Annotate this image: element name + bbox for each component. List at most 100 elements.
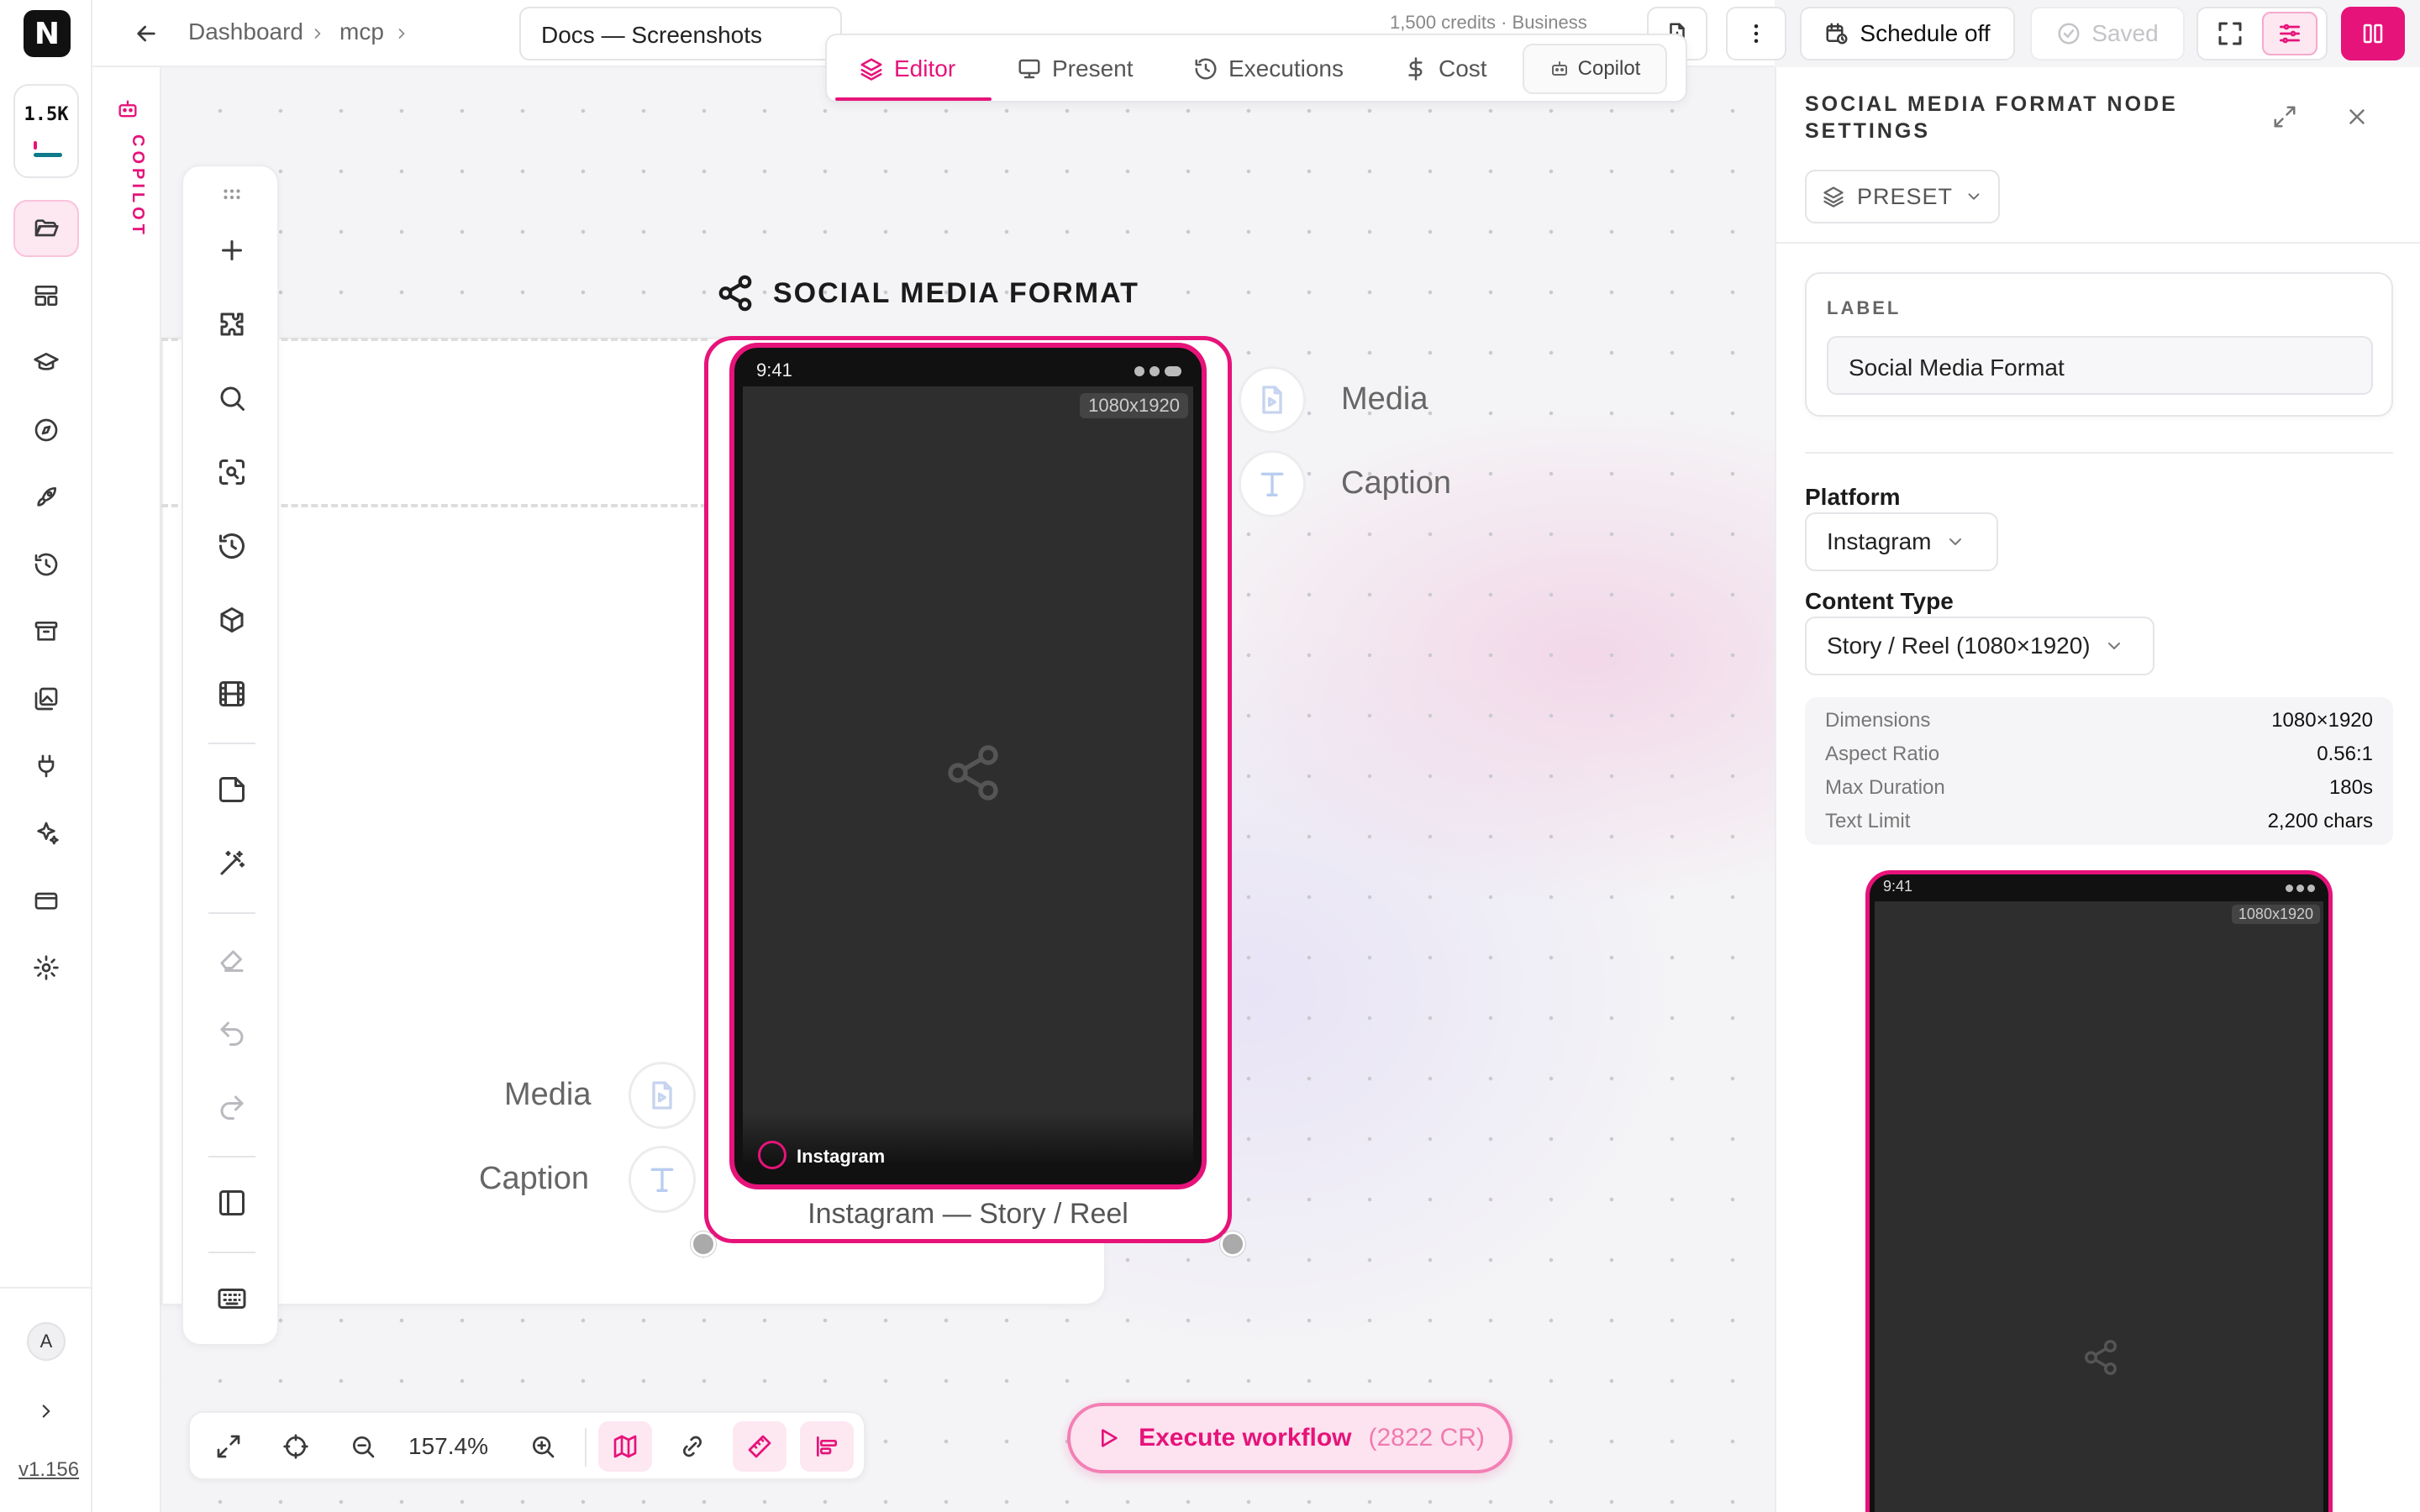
sidebar-item-settings[interactable]	[13, 939, 79, 996]
sticky-note-button[interactable]	[208, 766, 255, 813]
history-button[interactable]	[208, 522, 255, 570]
output-label-media: Media	[1341, 381, 1428, 417]
content-type-select[interactable]: Story / Reel (1080×1920)	[1805, 617, 2154, 675]
saved-label: Saved	[2091, 20, 2159, 46]
platform-select[interactable]: Instagram	[1805, 512, 1998, 571]
copilot-vertical-label[interactable]: COPILOT	[128, 134, 147, 239]
settings-panel-toggle[interactable]	[2262, 12, 2317, 55]
fullscreen-button[interactable]	[2215, 18, 2245, 49]
resize-handle-left[interactable]	[691, 1231, 716, 1257]
sparkles-icon	[37, 822, 59, 845]
tool-divider	[208, 1156, 255, 1158]
zoom-divider	[585, 1428, 587, 1467]
align-toggle[interactable]	[800, 1421, 854, 1472]
label-card: LABEL Social Media Format	[1805, 272, 2393, 417]
gear-icon	[34, 955, 59, 980]
minimap-toggle[interactable]	[598, 1421, 652, 1472]
tab-executions[interactable]: Executions	[1193, 50, 1344, 87]
preset-dropdown[interactable]: PRESET	[1805, 170, 2000, 223]
ruler-toggle[interactable]	[733, 1421, 786, 1472]
scan-search-icon	[219, 459, 245, 485]
panel-divider	[1776, 242, 2420, 244]
chevron-right-icon	[314, 29, 321, 39]
sidebar-item-learn[interactable]	[13, 334, 79, 391]
search-button[interactable]	[208, 375, 255, 422]
fit-view-button[interactable]	[202, 1421, 255, 1472]
rail-divider	[0, 1287, 92, 1289]
more-options-button[interactable]	[1726, 7, 1786, 60]
scan-search-button[interactable]	[208, 449, 255, 496]
stat-value: 1080×1920	[2271, 709, 2373, 732]
tab-cost[interactable]: Cost	[1403, 50, 1487, 87]
output-port-caption[interactable]	[1239, 450, 1306, 517]
expand-icon[interactable]	[2272, 104, 2297, 129]
breadcrumb-mcp[interactable]: mcp	[339, 18, 384, 45]
redo-button[interactable]	[208, 1084, 255, 1131]
back-arrow-icon[interactable]	[133, 20, 160, 47]
sidebar-item-history[interactable]	[13, 536, 79, 593]
center-view-button[interactable]	[269, 1421, 323, 1472]
history-icon	[219, 533, 245, 559]
tab-editor[interactable]: Editor	[859, 50, 955, 87]
document-title[interactable]: Docs — Screenshots	[519, 7, 842, 60]
sidebar-item-integrations[interactable]	[13, 738, 79, 795]
schedule-button[interactable]: Schedule off	[1800, 7, 2015, 60]
compass-icon	[34, 418, 58, 442]
sidebar-item-templates[interactable]	[13, 267, 79, 324]
folder-open-icon	[34, 219, 59, 237]
magic-wand-button[interactable]	[208, 840, 255, 887]
sidebar-item-media[interactable]	[13, 670, 79, 727]
columns-icon	[2363, 24, 2383, 44]
expand-rail-button[interactable]	[13, 1383, 79, 1440]
node-title[interactable]: SOCIAL MEDIA FORMAT	[716, 274, 1139, 312]
app-logo[interactable]: N	[24, 10, 71, 57]
graduation-cap-icon	[34, 353, 59, 370]
credits-badge[interactable]: 1.5K	[13, 84, 79, 178]
output-label-caption: Caption	[1341, 465, 1451, 501]
search-icon	[220, 386, 245, 411]
output-port-media[interactable]	[1239, 366, 1306, 433]
label-input[interactable]: Social Media Format	[1827, 336, 2373, 395]
components-button[interactable]	[208, 596, 255, 643]
profile-ring-icon	[758, 1141, 786, 1169]
breadcrumb-dashboard[interactable]: Dashboard	[188, 18, 303, 45]
phone-status-dots	[1134, 366, 1181, 376]
play-icon	[1102, 1429, 1118, 1447]
zoom-level[interactable]: 157.4%	[408, 1433, 488, 1460]
zoom-toolbar: 157.4%	[188, 1411, 865, 1480]
sidebar-item-archive[interactable]	[13, 603, 79, 660]
close-icon[interactable]	[2344, 104, 2370, 129]
copilot-strip[interactable]	[92, 0, 161, 1512]
sidebar-item-files[interactable]	[13, 200, 79, 257]
media-button[interactable]	[208, 670, 255, 717]
copilot-button[interactable]: Copilot	[1523, 44, 1667, 94]
eraser-button[interactable]	[208, 936, 255, 983]
magnet-link-icon	[683, 1436, 702, 1457]
avatar[interactable]: A	[27, 1322, 66, 1361]
zoom-out-button[interactable]	[336, 1421, 390, 1472]
resize-handle-right[interactable]	[1220, 1231, 1245, 1257]
drag-handle[interactable]	[208, 171, 255, 218]
toggle-panel-button[interactable]	[208, 1179, 255, 1226]
format-preview: 9:41 1080x1920	[1865, 870, 2333, 1512]
stat-row: Dimensions 1080×1920	[1825, 709, 2373, 743]
sidebar-item-billing[interactable]	[13, 872, 79, 929]
layout-columns-button[interactable]	[2341, 7, 2405, 60]
keyboard-shortcuts-button[interactable]	[208, 1275, 255, 1322]
rocket-icon	[37, 487, 56, 507]
add-node-button[interactable]	[208, 227, 255, 274]
plugins-button[interactable]	[208, 301, 255, 348]
bot-icon	[1551, 61, 1567, 76]
plus-icon	[222, 240, 242, 260]
input-port-media[interactable]	[629, 1062, 696, 1129]
zoom-in-button[interactable]	[516, 1421, 570, 1472]
input-port-caption[interactable]	[629, 1146, 696, 1213]
undo-button[interactable]	[208, 1010, 255, 1057]
sidebar-item-explore[interactable]	[13, 402, 79, 459]
execute-workflow-button[interactable]: Execute workflow (2822 CR)	[1067, 1403, 1512, 1473]
sidebar-item-ai[interactable]	[13, 805, 79, 862]
version-link[interactable]: v1.156	[18, 1458, 79, 1482]
tab-present[interactable]: Present	[1017, 50, 1134, 87]
sidebar-item-launch[interactable]	[13, 469, 79, 526]
snap-toggle[interactable]	[666, 1421, 719, 1472]
